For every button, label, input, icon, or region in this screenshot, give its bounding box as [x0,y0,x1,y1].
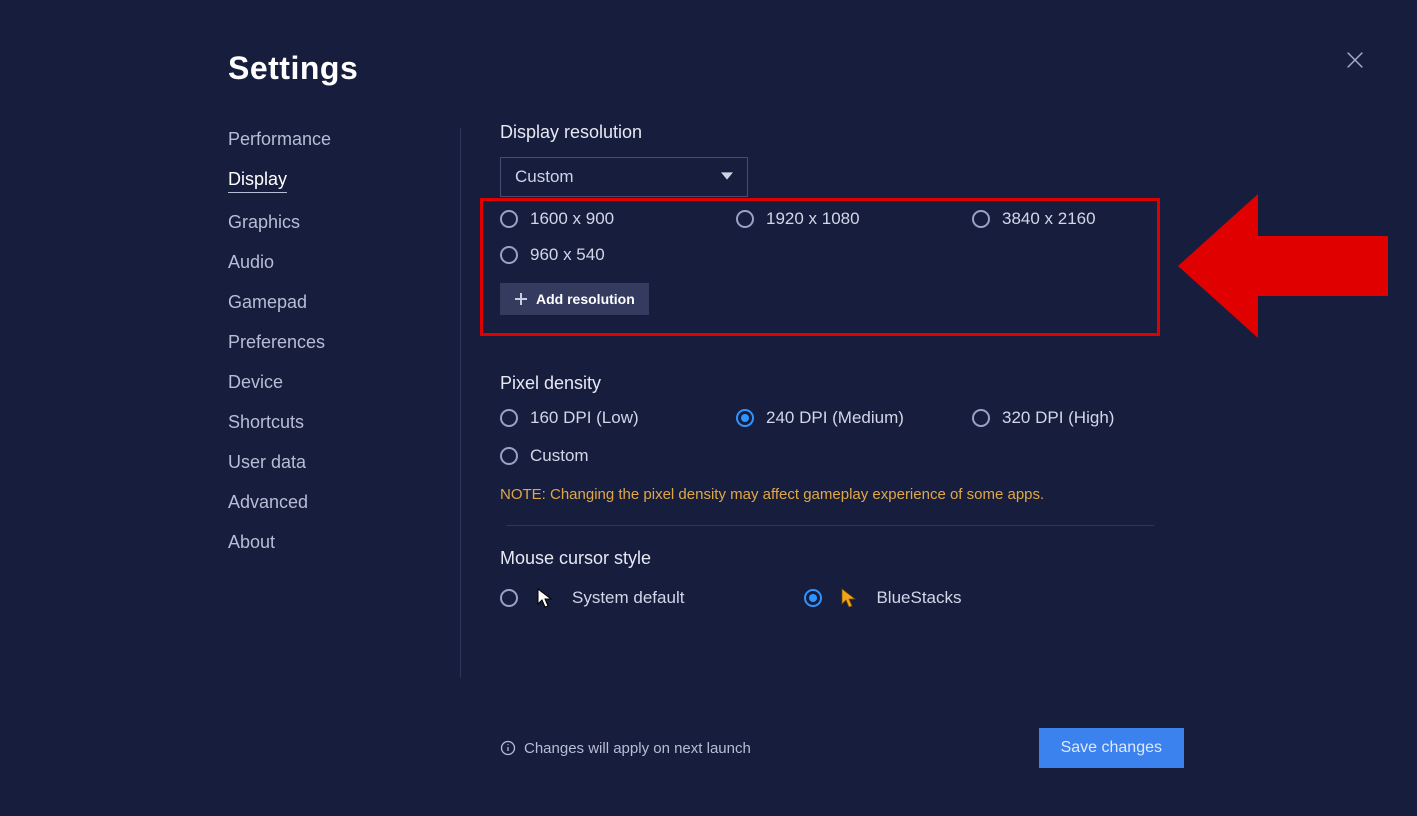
cursor-bluestacks-icon [838,587,860,609]
chevron-down-icon [721,167,733,187]
page-title: Settings [228,50,358,87]
sidebar-item-shortcuts[interactable]: Shortcuts [228,411,304,433]
radio-icon [972,210,990,228]
add-resolution-button[interactable]: Add resolution [500,283,649,315]
mouse-cursor-label: Mouse cursor style [500,548,1160,569]
footer-note: Changes will apply on next launch [500,740,751,757]
resolution-option[interactable]: 1600 x 900 [500,209,730,229]
display-resolution-label: Display resolution [500,122,1160,143]
pixel-density-grid: 160 DPI (Low) 240 DPI (Medium) 320 DPI (Hi… [500,408,1160,466]
sidebar-item-about[interactable]: About [228,531,275,553]
footer: Changes will apply on next launch Save c… [500,728,1184,768]
dpi-label: 240 DPI (Medium) [766,408,904,428]
section-divider [506,525,1154,526]
pixel-density-note: NOTE: Changing the pixel density may aff… [500,486,1160,503]
radio-icon [500,246,518,264]
radio-icon [500,447,518,465]
radio-icon [736,210,754,228]
mouse-cursor-section: Mouse cursor style System default BlueSta… [500,548,1160,609]
mouse-cursor-option-label: System default [572,588,684,608]
sidebar-item-user-data[interactable]: User data [228,451,306,473]
dpi-label: 160 DPI (Low) [530,408,639,428]
mouse-cursor-options: System default BlueStacks [500,587,1160,609]
display-panel: Display resolution Custom 1600 x 900 1920… [500,122,1160,609]
mouse-cursor-option-label: BlueStacks [876,588,961,608]
resolution-label: 1920 x 1080 [766,209,860,229]
resolution-option[interactable]: 3840 x 2160 [972,209,1172,229]
radio-icon [972,409,990,427]
radio-icon [500,589,518,607]
resolution-label: 1600 x 900 [530,209,614,229]
cursor-system-icon [534,587,556,609]
dpi-option[interactable]: Custom [500,446,730,466]
mouse-cursor-option[interactable]: System default [500,587,684,609]
save-changes-button[interactable]: Save changes [1039,728,1184,768]
resolution-grid: 1600 x 900 1920 x 1080 3840 x 2160 960 x 54… [500,209,1160,265]
sidebar-item-gamepad[interactable]: Gamepad [228,291,307,313]
plus-icon [514,292,528,306]
sidebar-item-display[interactable]: Display [228,168,287,193]
dpi-option[interactable]: 160 DPI (Low) [500,408,730,428]
dpi-label: Custom [530,446,589,466]
save-changes-label: Save changes [1061,739,1162,757]
dpi-option[interactable]: 320 DPI (High) [972,408,1172,428]
mouse-cursor-option[interactable]: BlueStacks [804,587,961,609]
radio-icon [804,589,822,607]
close-button[interactable] [1341,46,1369,74]
radio-icon [736,409,754,427]
radio-icon [500,210,518,228]
add-resolution-label: Add resolution [536,291,635,307]
sidebar-item-advanced[interactable]: Advanced [228,491,308,513]
resolution-option[interactable]: 1920 x 1080 [736,209,966,229]
pixel-density-section: Pixel density 160 DPI (Low) 240 DPI (Medi… [500,373,1160,526]
resolution-option[interactable]: 960 x 540 [500,245,730,265]
dpi-label: 320 DPI (High) [1002,408,1114,428]
resolution-select-value: Custom [515,167,574,187]
sidebar-item-performance[interactable]: Performance [228,128,331,150]
red-arrow-annotation [1178,186,1398,346]
dpi-option[interactable]: 240 DPI (Medium) [736,408,966,428]
settings-window: Settings Performance Display Graphics Audio… [0,0,1417,816]
resolution-label: 960 x 540 [530,245,605,265]
close-icon [1344,49,1366,71]
sidebar-item-device[interactable]: Device [228,371,283,393]
sidebar-item-preferences[interactable]: Preferences [228,331,325,353]
sidebar-item-audio[interactable]: Audio [228,251,274,273]
radio-icon [500,409,518,427]
resolution-select[interactable]: Custom [500,157,748,197]
pixel-density-label: Pixel density [500,373,1160,394]
info-icon [500,740,516,756]
settings-sidebar: Performance Display Graphics Audio Gamepad Pr… [228,128,461,678]
footer-note-text: Changes will apply on next launch [524,740,751,757]
resolution-label: 3840 x 2160 [1002,209,1096,229]
sidebar-item-graphics[interactable]: Graphics [228,211,300,233]
